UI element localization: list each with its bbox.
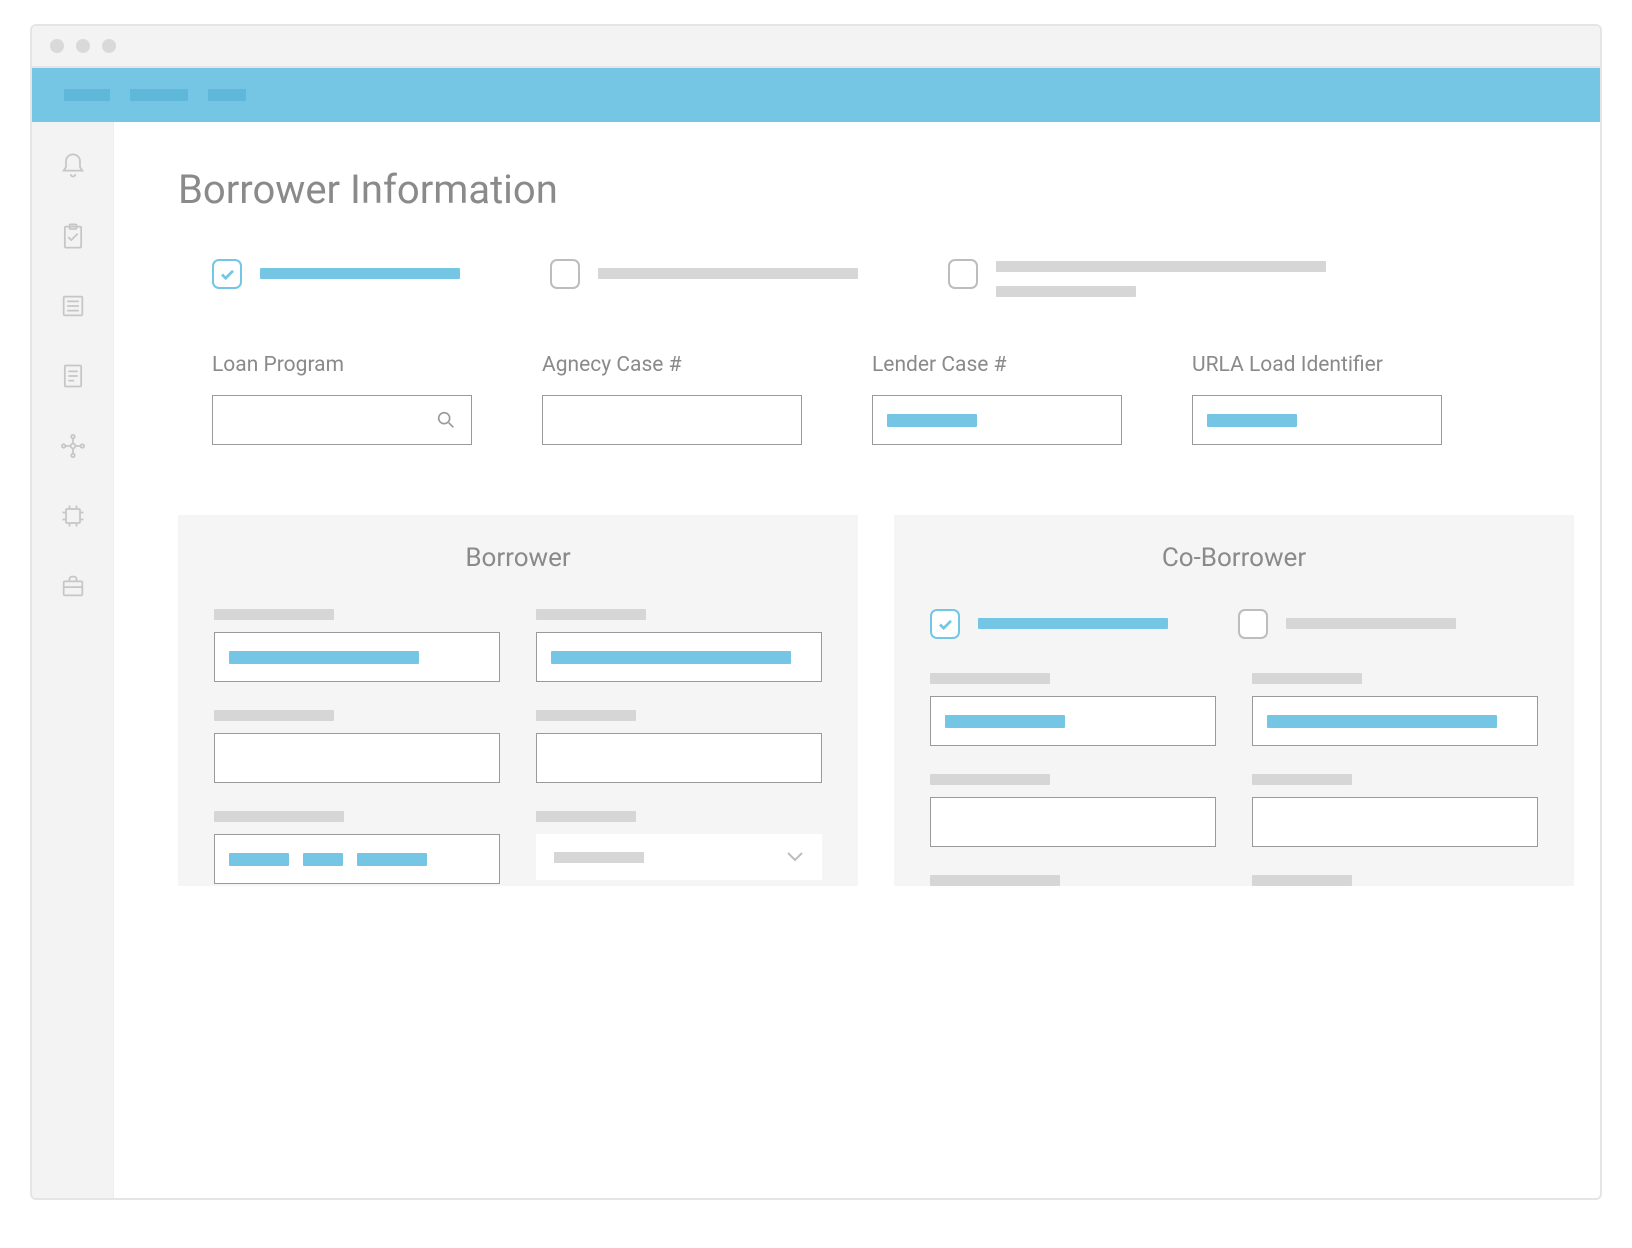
coborrower-field-4 [1252,774,1538,847]
coborrower-field-3 [930,774,1216,847]
search-icon [435,409,457,431]
coborrower-check-row [930,609,1538,639]
topbar-item[interactable] [64,89,110,101]
borrower-select[interactable] [536,834,822,880]
urla-id-input[interactable] [1192,395,1442,445]
document-icon[interactable] [59,362,87,390]
borrower-field-5 [214,811,500,884]
loan-program-input[interactable] [212,395,472,445]
coborrower-input-2[interactable] [1252,696,1538,746]
field-urla-id: URLA Load Identifier [1192,353,1442,445]
field-loan-program: Loan Program [212,353,472,445]
top-checkbox-row [212,259,1600,297]
checkbox-option-1 [212,259,460,297]
coborrower-panel-title: Co-Borrower [930,543,1538,573]
briefcase-icon[interactable] [59,572,87,600]
page-title: Borrower Information [178,166,1600,213]
window-control-min[interactable] [76,39,90,53]
body: Borrower Information [32,122,1600,1198]
coborrower-check-2 [1238,609,1456,639]
coborrower-input-1[interactable] [930,696,1216,746]
loan-program-label: Loan Program [212,353,472,377]
coborrower-checkbox-1[interactable] [930,609,960,639]
main-content: Borrower Information [114,122,1600,1198]
borrower-field-2 [536,609,822,682]
topbar-item[interactable] [208,89,246,101]
coborrower-check-1-label [978,618,1168,629]
urla-id-label: URLA Load Identifier [1192,353,1442,377]
coborrower-check-1 [930,609,1168,639]
list-icon[interactable] [59,292,87,320]
coborrower-field-5 [930,875,1216,886]
coborrower-field-1 [930,673,1216,746]
field-lender-case: Lender Case # [872,353,1122,445]
checkbox-2-label [598,268,858,279]
agency-case-label: Agnecy Case # [542,353,802,377]
borrower-field-1 [214,609,500,682]
borrower-field-6 [536,811,822,884]
lender-case-input[interactable] [872,395,1122,445]
borrower-input-3[interactable] [214,733,500,783]
lender-case-label: Lender Case # [872,353,1122,377]
panels-row: Borrower [178,515,1600,886]
checkbox-2[interactable] [550,259,580,289]
checkbox-3-label [996,259,1326,297]
checkbox-option-2 [550,259,858,297]
borrower-input-4[interactable] [536,733,822,783]
borrower-panel-title: Borrower [214,543,822,573]
window-titlebar [32,26,1600,68]
agency-case-input[interactable] [542,395,802,445]
coborrower-field-6 [1252,875,1538,886]
nodes-icon[interactable] [59,432,87,460]
field-row: Loan Program Agnecy Case # Lender Case # [212,353,1600,445]
clipboard-check-icon[interactable] [59,222,87,250]
coborrower-form [930,673,1538,886]
checkbox-3[interactable] [948,259,978,289]
app-window: Borrower Information [30,24,1602,1200]
borrower-form [214,609,822,884]
checkbox-1-label [260,268,460,279]
coborrower-panel: Co-Borrower [894,515,1574,886]
borrower-field-4 [536,710,822,783]
checkbox-1[interactable] [212,259,242,289]
coborrower-input-4[interactable] [1252,797,1538,847]
coborrower-field-2 [1252,673,1538,746]
borrower-input-5[interactable] [214,834,500,884]
coborrower-input-3[interactable] [930,797,1216,847]
checkbox-option-3 [948,259,1326,297]
window-control-max[interactable] [102,39,116,53]
topbar-item[interactable] [130,89,188,101]
chip-icon[interactable] [59,502,87,530]
chevron-down-icon [786,851,804,863]
top-nav-bar [32,68,1600,122]
bell-icon[interactable] [59,152,87,180]
window-control-close[interactable] [50,39,64,53]
borrower-input-1[interactable] [214,632,500,682]
sidebar [32,122,114,1198]
borrower-panel: Borrower [178,515,858,886]
borrower-field-3 [214,710,500,783]
borrower-input-2[interactable] [536,632,822,682]
field-agency-case: Agnecy Case # [542,353,802,445]
coborrower-checkbox-2[interactable] [1238,609,1268,639]
coborrower-check-2-label [1286,618,1456,629]
